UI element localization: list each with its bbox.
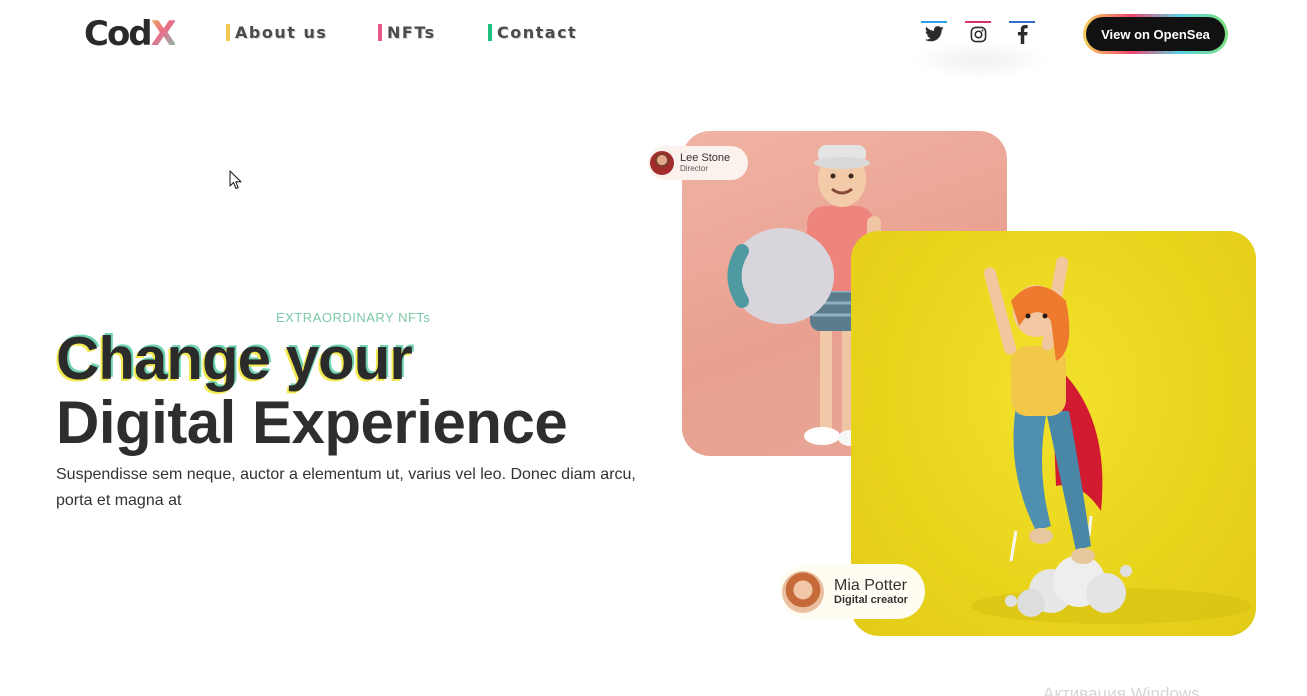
view-on-opensea-label: View on OpenSea (1086, 17, 1225, 51)
logo-accent-text: X (150, 14, 177, 54)
facebook-link[interactable] (1009, 21, 1035, 47)
twitter-icon (924, 26, 944, 42)
profile-badge-mia-potter[interactable]: Mia Potter Digital creator (780, 564, 925, 619)
hero-title-line-1: Change your (56, 325, 413, 392)
hero-eyebrow: EXTRAORDINARY NFTs (276, 310, 431, 325)
profile-badge-lee-stone[interactable]: Lee Stone Director (648, 146, 748, 180)
logo-main-text: Cod (84, 14, 153, 54)
windows-activation-watermark: Активация Windows (1043, 684, 1200, 696)
nav-link-about-us[interactable]: About us (226, 24, 327, 41)
avatar (650, 151, 674, 175)
profile-text: Lee Stone Director (680, 152, 731, 174)
view-on-opensea-button[interactable]: View on OpenSea (1083, 14, 1228, 54)
profile-name: Lee Stone (680, 152, 731, 164)
mouse-cursor-icon (229, 170, 242, 190)
hero-title-line-2: Digital Experience (56, 389, 568, 456)
logo[interactable]: CodX (84, 14, 177, 54)
profile-role: Director (680, 164, 709, 173)
profile-text: Mia Potter Digital creator (834, 577, 908, 607)
nav-link-nfts[interactable]: NFTs (378, 24, 436, 41)
avatar (782, 570, 824, 613)
instagram-icon (970, 26, 986, 42)
hero-description: Suspendisse sem neque, auctor a elementu… (56, 466, 636, 509)
facebook-icon (1017, 24, 1028, 44)
twitter-link[interactable] (921, 21, 947, 47)
nav-link-contact[interactable]: Contact (488, 24, 577, 41)
instagram-link[interactable] (965, 21, 991, 47)
profile-role: Digital creator (834, 593, 908, 606)
profile-name: Mia Potter (834, 576, 907, 594)
